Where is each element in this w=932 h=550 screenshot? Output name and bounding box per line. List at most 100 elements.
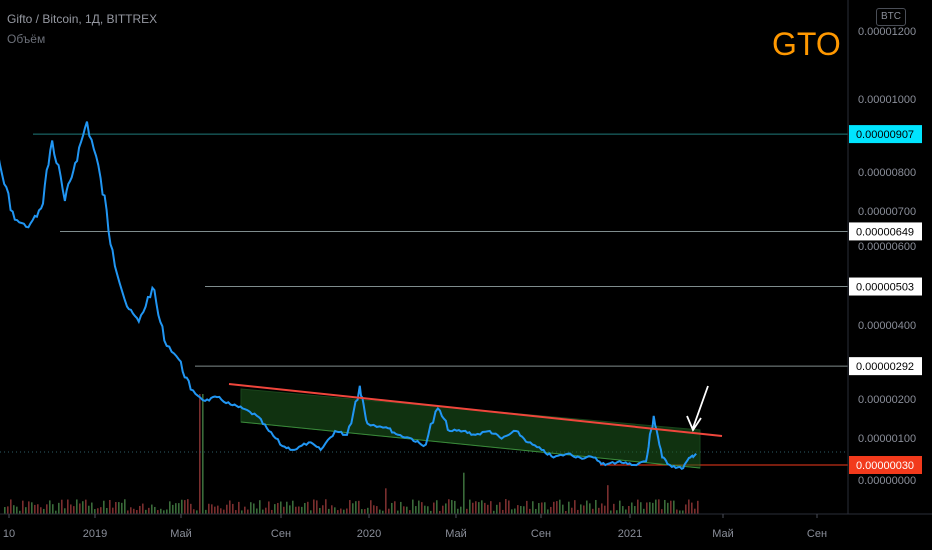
price-axis-tick-label: 0.00000600 <box>858 241 916 253</box>
volume-bar <box>553 501 555 514</box>
price-axis-tick-label: 0.00000400 <box>858 320 916 332</box>
volume-bar <box>262 509 264 514</box>
volume-bar <box>616 510 618 514</box>
volume-bar <box>79 503 81 514</box>
volume-bar <box>538 503 540 514</box>
volume-bar <box>103 500 105 514</box>
volume-bar <box>238 501 240 514</box>
volume-bar <box>202 394 204 514</box>
volume-bar <box>385 488 387 514</box>
volume-bar <box>115 502 117 514</box>
volume-bar <box>178 503 180 514</box>
volume-bar <box>496 504 498 514</box>
volume-bar <box>376 506 378 514</box>
volume-bar <box>544 502 546 514</box>
volume-bar <box>610 510 612 514</box>
volume-bar <box>346 508 348 514</box>
volume-bar <box>94 509 96 514</box>
volume-bar <box>187 499 189 514</box>
volume-bar <box>583 505 585 514</box>
volume-bar <box>226 504 228 514</box>
volume-bar <box>400 501 402 514</box>
currency-badge[interactable]: BTC <box>876 8 906 26</box>
volume-bar <box>271 509 273 514</box>
volume-bar <box>532 501 534 514</box>
volume-bar <box>313 499 315 514</box>
volume-bar <box>310 510 312 514</box>
time-axis-tick-label: 2020 <box>357 528 381 540</box>
volume-bar <box>337 510 339 514</box>
time-axis-tick-label: 10 <box>3 528 15 540</box>
price-axis-tick-label: 0.00000000 <box>858 475 916 487</box>
volume-bar <box>190 503 192 514</box>
volume-bar <box>259 500 261 514</box>
volume-bar <box>334 507 336 514</box>
volume-bar <box>586 500 588 514</box>
volume-bar <box>478 502 480 514</box>
volume-bar <box>523 506 525 514</box>
volume-bar <box>37 504 39 514</box>
price-axis-tick-label: 0.00000100 <box>858 433 916 445</box>
volume-bar <box>196 510 198 514</box>
volume-bar <box>550 506 552 514</box>
volume-bar <box>676 509 678 514</box>
volume-bar <box>445 503 447 514</box>
volume-bar <box>175 503 177 514</box>
volume-bar <box>559 499 561 514</box>
volume-bar <box>667 502 669 514</box>
time-axis-tick-label: Сен <box>807 528 827 540</box>
volume-bar <box>46 504 48 514</box>
volume-bar <box>364 509 366 514</box>
volume-bar <box>280 501 282 514</box>
level-price-tag-text: 0.00000907 <box>856 129 914 141</box>
volume-bar <box>472 502 474 514</box>
time-axis-tick-label: Сен <box>271 528 291 540</box>
volume-bar <box>517 505 519 514</box>
volume-bar <box>355 501 357 514</box>
volume-bar <box>100 507 102 514</box>
volume-bar <box>433 502 435 514</box>
volume-bar <box>301 506 303 514</box>
volume-bar <box>244 506 246 514</box>
symbol-title[interactable]: Gifto / Bitcoin, 1Д, BITTREX <box>7 12 157 26</box>
volume-bar <box>10 499 12 514</box>
volume-bar <box>619 500 621 514</box>
volume-bar <box>256 508 258 514</box>
volume-bar <box>418 500 420 514</box>
volume-bar <box>598 507 600 514</box>
volume-bar <box>13 505 15 514</box>
volume-indicator-label[interactable]: Объём <box>7 32 45 46</box>
volume-bar <box>631 502 633 514</box>
volume-bar <box>76 499 78 514</box>
price-chart[interactable]: 0.00001200 0.00001000 0.00000800 0.00000700… <box>0 0 932 550</box>
volume-bar <box>685 504 687 514</box>
volume-bar <box>40 507 42 514</box>
volume-bar <box>403 506 405 514</box>
volume-bar <box>442 505 444 514</box>
volume-bar <box>697 500 699 514</box>
volume-bar <box>142 503 144 514</box>
volume-bar <box>328 508 330 514</box>
time-axis-tick-label: 2021 <box>618 528 642 540</box>
volume-bar <box>304 502 306 514</box>
volume-bar <box>481 500 483 514</box>
volume-bar <box>295 506 297 514</box>
ticker-watermark: GTO <box>772 26 841 62</box>
volume-bar <box>412 499 414 514</box>
volume-bar <box>343 509 345 514</box>
volume-bar <box>316 500 318 514</box>
volume-bar <box>646 502 648 514</box>
volume-bar <box>448 499 450 514</box>
level-price-tag-text: 0.00000030 <box>856 460 914 472</box>
volume-bar <box>691 502 693 514</box>
level-price-tag-text: 0.00000649 <box>856 226 914 238</box>
volume-bar <box>640 502 642 514</box>
volume-bar <box>136 510 138 514</box>
level-price-tag-text: 0.00000503 <box>856 282 914 294</box>
volume-bar <box>7 506 9 514</box>
volume-bar <box>16 506 18 514</box>
volume-bar <box>157 510 159 514</box>
volume-bar <box>208 503 210 514</box>
volume-bar <box>82 501 84 514</box>
volume-bar <box>571 507 573 514</box>
